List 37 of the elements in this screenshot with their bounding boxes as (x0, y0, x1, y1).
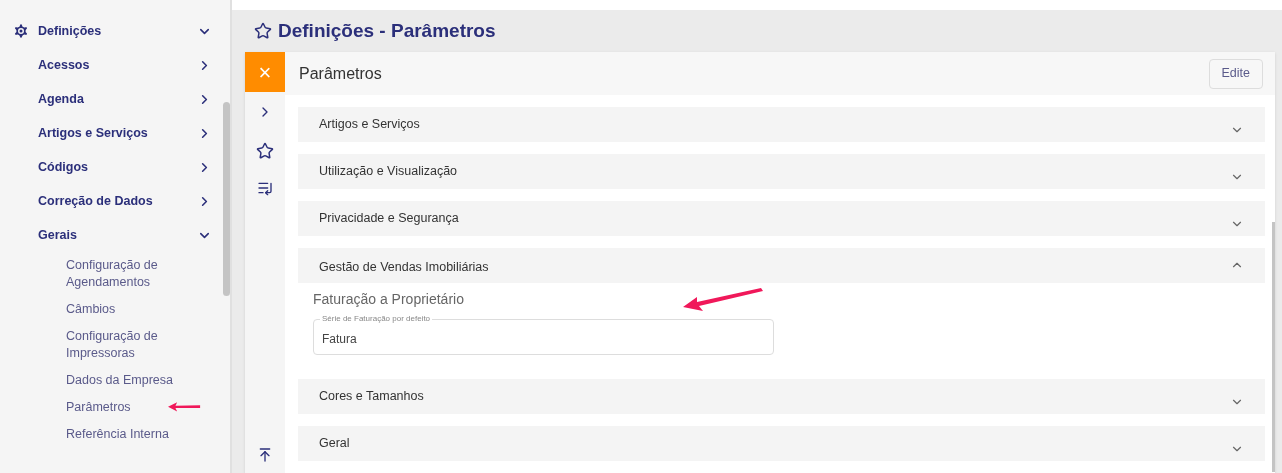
sidebar-subitem[interactable]: Configuração de Impressoras (66, 328, 176, 362)
star-icon[interactable] (254, 22, 272, 40)
accordion-header[interactable]: Utilização e Visualização (298, 154, 1265, 189)
accordion-header[interactable]: Geral (298, 426, 1265, 461)
scroll-to-top-icon[interactable] (257, 447, 273, 463)
sidebar-subitem[interactable]: Configuração de Agendamentos (66, 257, 176, 291)
annotation-arrow-icon (683, 287, 763, 311)
accordion-header[interactable]: Cores e Tamanhos (298, 379, 1265, 414)
sidebar-item[interactable]: Códigos (38, 157, 197, 177)
section-title: Geral (319, 435, 351, 453)
field-label: Série de Faturação por defeito (320, 313, 433, 325)
edit-button[interactable]: Edite (1208, 58, 1263, 89)
sidebar-item[interactable]: Correção de Dados (38, 191, 197, 211)
sidebar-subitem[interactable]: Câmbios (66, 301, 176, 318)
section-title: Privacidade e Segurança (319, 210, 460, 228)
sidebar-subitem[interactable]: Parâmetros (66, 399, 157, 416)
settings-icon (12, 22, 30, 40)
panel-title: Parâmetros (299, 63, 383, 84)
sidebar-subitem[interactable]: Dados da Empresa (66, 372, 176, 389)
field-value: Fatura (322, 331, 357, 348)
sidebar-item[interactable]: Acessos (38, 55, 197, 75)
sidebar-subitem[interactable]: Referência Interna (66, 426, 176, 443)
sidebar-item[interactable]: Artigos e Serviços (38, 123, 197, 143)
section-title: Utilização e Visualização (319, 163, 459, 181)
accordion-header[interactable]: Privacidade e Segurança (298, 201, 1265, 236)
page-title: Definições - Parâmetros (278, 18, 496, 43)
section-title: Gestão de Vendas Imobiliárias (319, 259, 490, 276)
sidebar-item[interactable]: Definições (38, 21, 197, 41)
sidebar-item[interactable]: Agenda (38, 89, 197, 109)
sidebar-item[interactable]: Gerais (38, 225, 197, 245)
list-icon[interactable] (257, 180, 273, 196)
star-icon[interactable] (256, 142, 274, 160)
section-title: Artigos e Serviços (319, 116, 421, 134)
accordion-header[interactable]: Artigos e Serviços (298, 107, 1265, 142)
section-title: Cores e Tamanhos (319, 388, 425, 406)
accordion-header[interactable]: Gestão de Vendas Imobiliárias (298, 248, 1265, 283)
subsection-title: Faturação a Proprietário (313, 289, 465, 309)
